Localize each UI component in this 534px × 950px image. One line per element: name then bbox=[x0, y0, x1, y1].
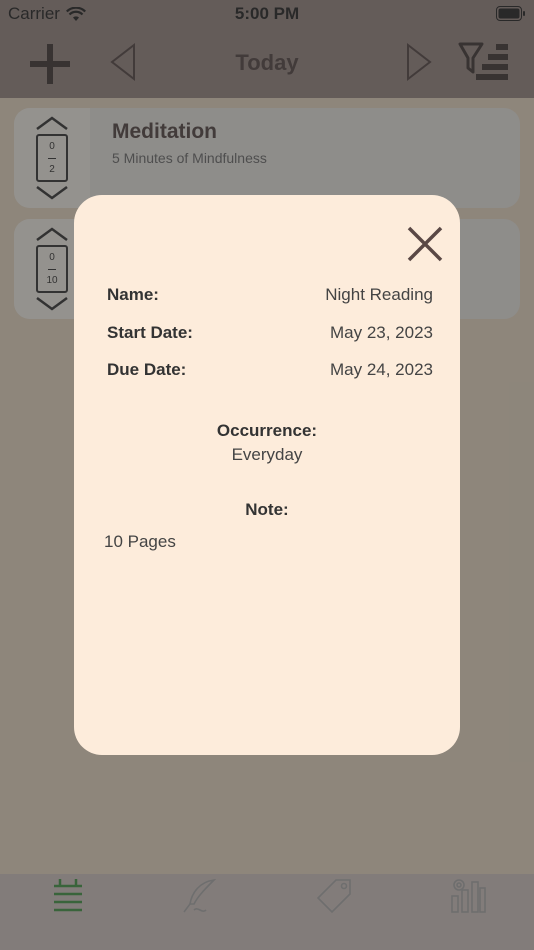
due-date-value: May 24, 2023 bbox=[329, 360, 433, 379]
close-icon[interactable] bbox=[406, 225, 444, 263]
name-row: Name: Night Reading bbox=[107, 285, 433, 307]
due-date-row: Due Date: May 24, 2023 bbox=[107, 360, 433, 382]
name-value: Night Reading bbox=[325, 285, 433, 304]
occurrence-value: Everyday bbox=[231, 445, 303, 464]
name-label: Name: bbox=[107, 285, 159, 304]
due-date-label: Due Date: bbox=[107, 360, 187, 379]
start-date-value: May 23, 2023 bbox=[329, 323, 433, 342]
start-date-label: Start Date: bbox=[107, 323, 193, 342]
note-value: 10 Pages bbox=[104, 532, 176, 551]
start-date-row: Start Date: May 23, 2023 bbox=[107, 323, 433, 345]
habit-detail-modal: Name: Night Reading Start Date: May 23, … bbox=[74, 195, 460, 755]
occurrence-label: Occurrence: bbox=[216, 421, 318, 440]
note-label: Note: bbox=[245, 500, 289, 519]
